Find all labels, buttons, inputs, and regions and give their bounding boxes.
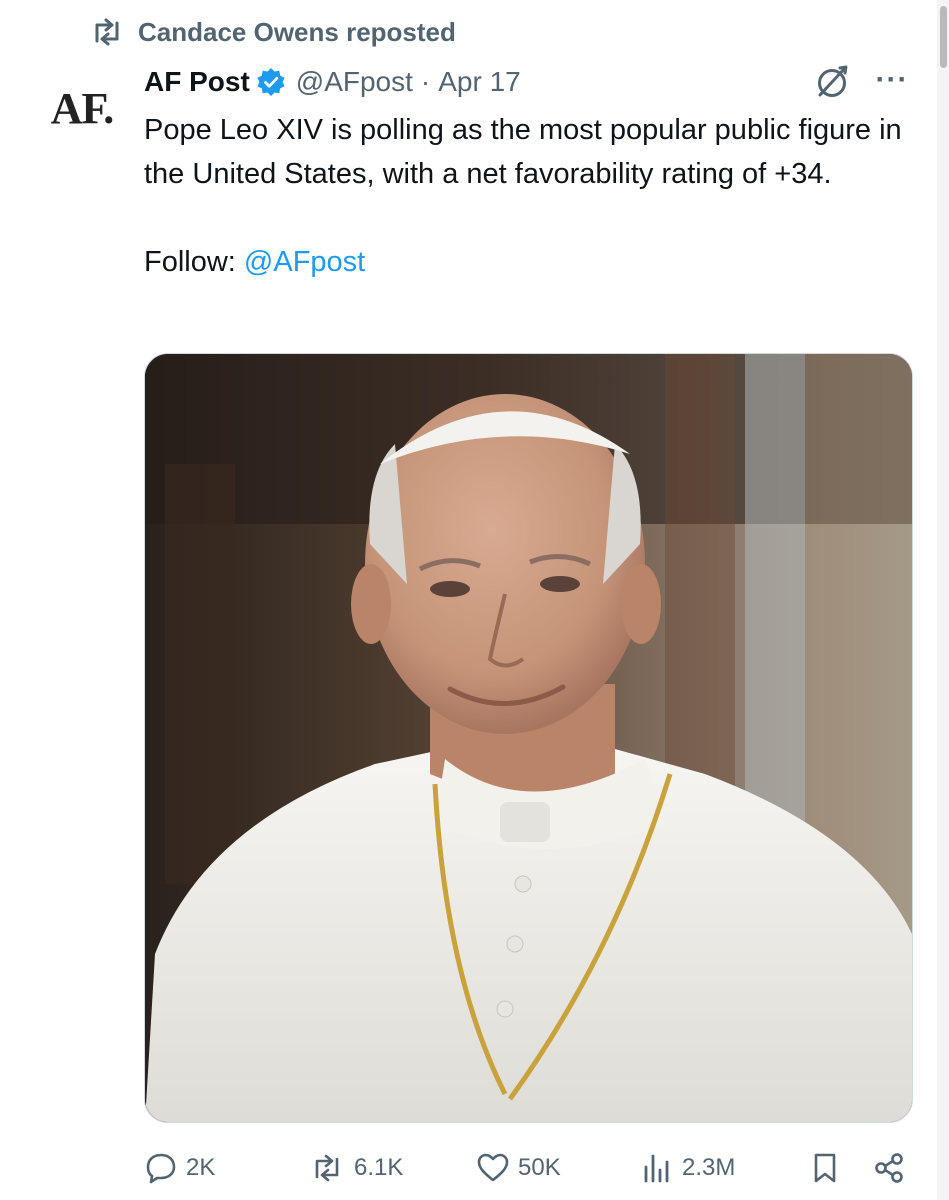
follow-mention-link[interactable]: @AFpost [244,246,365,278]
tweet-photo[interactable] [144,353,913,1123]
like-count: 50K [518,1154,561,1181]
follow-prefix: Follow: [144,246,244,278]
share-icon [875,1153,903,1183]
tweet-header: AF Post @AFpost · Apr 17 [144,60,521,104]
reply-button[interactable]: 2K [144,1142,215,1194]
repost-indicator[interactable]: Candace Owens reposted [88,14,456,50]
avatar[interactable]: AF. [36,72,128,144]
bookmark-icon [814,1153,836,1183]
author-handle[interactable]: @AFpost [296,66,413,98]
tweet-body: Pope Leo XIV is polling as the most popu… [144,114,902,190]
scrollbar[interactable] [937,0,949,1200]
repost-icon [95,18,119,46]
views-button[interactable]: 2.3M [640,1142,735,1194]
repost-count: 6.1K [354,1154,404,1181]
reply-icon [146,1153,176,1184]
views-count: 2.3M [682,1154,736,1181]
verified-badge-icon[interactable] [256,67,286,97]
like-button[interactable]: 50K [476,1142,561,1194]
separator-dot: · [420,66,431,97]
views-icon [644,1154,669,1183]
share-button[interactable] [872,1142,906,1194]
tweet-text: Pope Leo XIV is polling as the most popu… [144,108,904,284]
reply-count: 2K [186,1154,216,1181]
like-icon [477,1153,509,1182]
more-icon[interactable]: ··· [870,62,914,98]
repost-button[interactable]: 6.1K [308,1142,403,1194]
bookmark-button[interactable] [808,1142,842,1194]
pope-portrait-image [145,354,912,1122]
tweet-actions: 2K 6.1K 50K 2.3M [140,1142,920,1194]
repost-icon [315,1154,339,1182]
grok-icon[interactable] [812,62,852,102]
scrollbar-thumb[interactable] [940,6,947,68]
avatar-logo-text: AF. [50,83,115,133]
tweet-date[interactable]: Apr 17 [438,66,521,98]
author-name[interactable]: AF Post [144,66,250,98]
repost-label: Candace Owens reposted [138,16,456,47]
follow-line: Follow: @AFpost [144,240,904,284]
